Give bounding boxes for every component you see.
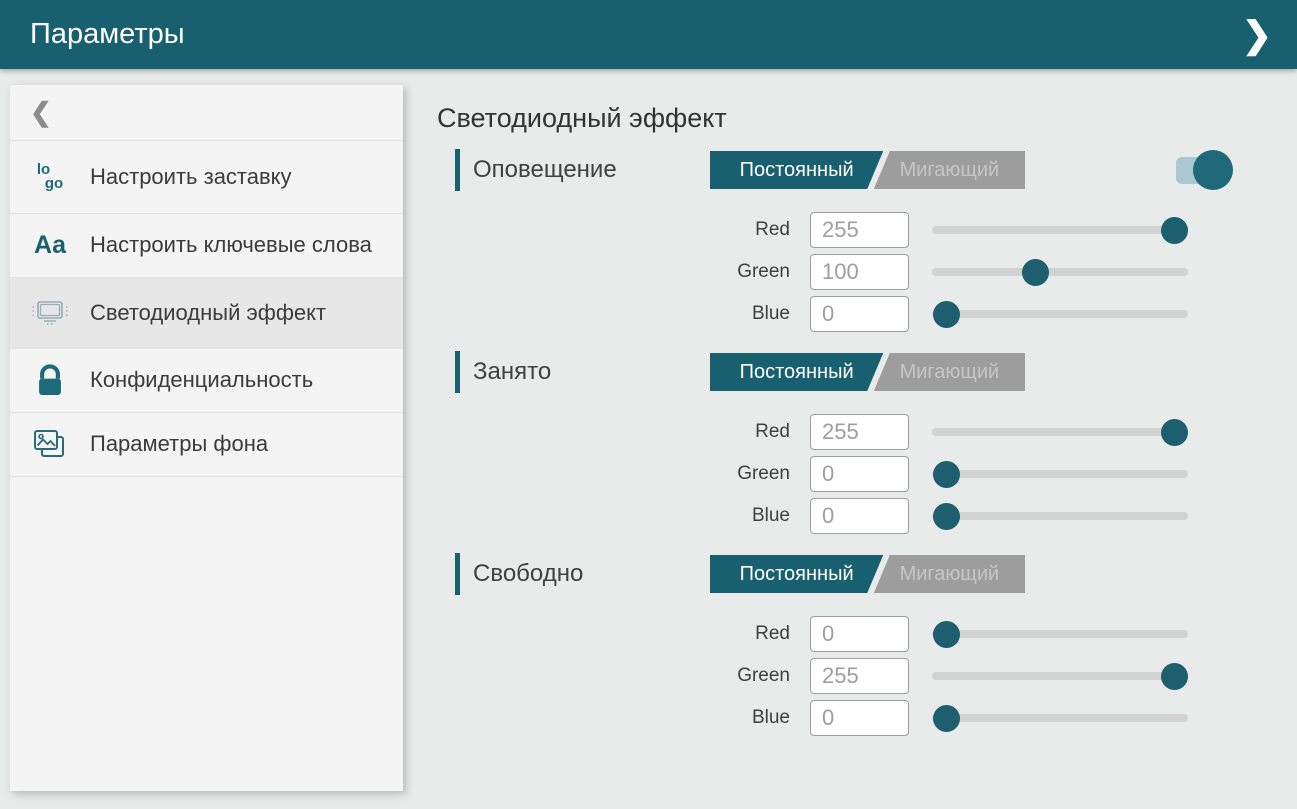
sidebar-item-keywords[interactable]: Aa Настроить ключевые слова	[10, 214, 403, 278]
slider-thumb[interactable]	[933, 461, 960, 488]
channel-value-input[interactable]	[810, 296, 909, 332]
channel-slider[interactable]	[932, 501, 1188, 531]
section-header: Свободно Постоянный Мигающий	[455, 552, 1297, 596]
mode-option-constant[interactable]: Постоянный	[710, 151, 883, 189]
section-name: Занято	[473, 358, 551, 386]
section-header: Занято Постоянный Мигающий	[455, 350, 1297, 394]
logo-icon: lo go	[10, 163, 90, 191]
mode-option-blinking[interactable]: Мигающий	[874, 353, 1025, 391]
channel-value-input[interactable]	[810, 616, 909, 652]
channel-row: Green	[455, 254, 1297, 290]
channel-row: Red	[455, 414, 1297, 450]
mode-toggle: Постоянный Мигающий	[710, 151, 1025, 189]
monitor-glow-icon	[10, 295, 90, 331]
section-name: Свободно	[473, 560, 583, 588]
section-header: Оповещение Постоянный Мигающий	[455, 148, 1297, 192]
slider-thumb[interactable]	[933, 301, 960, 328]
channel-slider[interactable]	[932, 661, 1188, 691]
mode-toggle: Постоянный Мигающий	[710, 353, 1025, 391]
slider-thumb[interactable]	[933, 705, 960, 732]
led-switch[interactable]	[1176, 157, 1228, 184]
channel-label: Green	[455, 261, 810, 283]
app-header: Параметры ❯	[0, 0, 1297, 69]
sidebar-item-background[interactable]: Параметры фона	[10, 413, 403, 477]
sidebar-item-label: Светодиодный эффект	[90, 300, 326, 327]
channel-value-input[interactable]	[810, 456, 909, 492]
section-name: Оповещение	[473, 156, 617, 184]
mode-toggle: Постоянный Мигающий	[710, 555, 1025, 593]
settings-window: Параметры ❯ ❮ lo go Настроить заставку A…	[0, 0, 1297, 809]
channel-row: Green	[455, 658, 1297, 694]
led-section: Оповещение Постоянный Мигающий Red Green	[455, 148, 1297, 332]
sidebar-item-privacy[interactable]: Конфиденциальность	[10, 349, 403, 413]
channel-value-input[interactable]	[810, 212, 909, 248]
slider-thumb[interactable]	[933, 503, 960, 530]
accent-bar	[455, 553, 460, 595]
page-title: Параметры	[30, 18, 185, 51]
channel-slider[interactable]	[932, 299, 1188, 329]
sidebar-item-label: Настроить ключевые слова	[90, 232, 372, 259]
channel-row: Green	[455, 456, 1297, 492]
channel-value-input[interactable]	[810, 414, 909, 450]
channel-slider[interactable]	[932, 619, 1188, 649]
channel-row: Blue	[455, 498, 1297, 534]
accent-bar	[455, 149, 460, 191]
mode-option-constant[interactable]: Постоянный	[710, 353, 883, 391]
channel-label: Blue	[455, 505, 810, 527]
channel-label: Red	[455, 421, 810, 443]
sidebar-item-label: Настроить заставку	[90, 164, 292, 191]
lock-icon	[10, 364, 90, 398]
channel-row: Blue	[455, 700, 1297, 736]
sidebar: ❮ lo go Настроить заставку Aa Настроить …	[10, 85, 403, 791]
channel-label: Blue	[455, 303, 810, 325]
channel-slider[interactable]	[932, 703, 1188, 733]
channel-value-input[interactable]	[810, 700, 909, 736]
led-section: Свободно Постоянный Мигающий Red Green	[455, 552, 1297, 736]
sections: Оповещение Постоянный Мигающий Red Green	[437, 148, 1297, 736]
switch-knob[interactable]	[1193, 150, 1233, 190]
channel-label: Green	[455, 665, 810, 687]
slider-thumb[interactable]	[1161, 217, 1188, 244]
channel-label: Red	[455, 219, 810, 241]
sidebar-back-button[interactable]: ❮	[10, 85, 403, 141]
slider-thumb[interactable]	[1161, 419, 1188, 446]
channel-row: Red	[455, 616, 1297, 652]
channel-row: Blue	[455, 296, 1297, 332]
channel-slider[interactable]	[932, 459, 1188, 489]
channel-label: Green	[455, 463, 810, 485]
sidebar-item-splash-screen[interactable]: lo go Настроить заставку	[10, 141, 403, 214]
channel-value-input[interactable]	[810, 658, 909, 694]
mode-option-blinking[interactable]: Мигающий	[874, 555, 1025, 593]
accent-bar	[455, 351, 460, 393]
channel-label: Red	[455, 623, 810, 645]
text-aa-icon: Aa	[10, 231, 90, 260]
chevron-left-icon: ❮	[30, 97, 52, 128]
images-icon	[10, 427, 90, 463]
sidebar-item-label: Параметры фона	[90, 431, 268, 458]
content-title: Светодиодный эффект	[437, 103, 1297, 134]
sidebar-item-label: Конфиденциальность	[90, 367, 313, 394]
slider-thumb[interactable]	[933, 621, 960, 648]
channel-row: Red	[455, 212, 1297, 248]
mode-option-blinking[interactable]: Мигающий	[874, 151, 1025, 189]
slider-thumb[interactable]	[1161, 663, 1188, 690]
channel-slider[interactable]	[932, 417, 1188, 447]
mode-option-constant[interactable]: Постоянный	[710, 555, 883, 593]
sidebar-item-led-effect[interactable]: Светодиодный эффект	[10, 278, 403, 349]
slider-thumb[interactable]	[1022, 259, 1049, 286]
channel-slider[interactable]	[932, 257, 1188, 287]
channel-slider[interactable]	[932, 215, 1188, 245]
channel-value-input[interactable]	[810, 498, 909, 534]
channel-value-input[interactable]	[810, 254, 909, 290]
channel-label: Blue	[455, 707, 810, 729]
led-section: Занято Постоянный Мигающий Red Green	[455, 350, 1297, 534]
chevron-right-icon[interactable]: ❯	[1233, 11, 1281, 59]
main-content: Светодиодный эффект Оповещение Постоянны…	[437, 95, 1297, 754]
